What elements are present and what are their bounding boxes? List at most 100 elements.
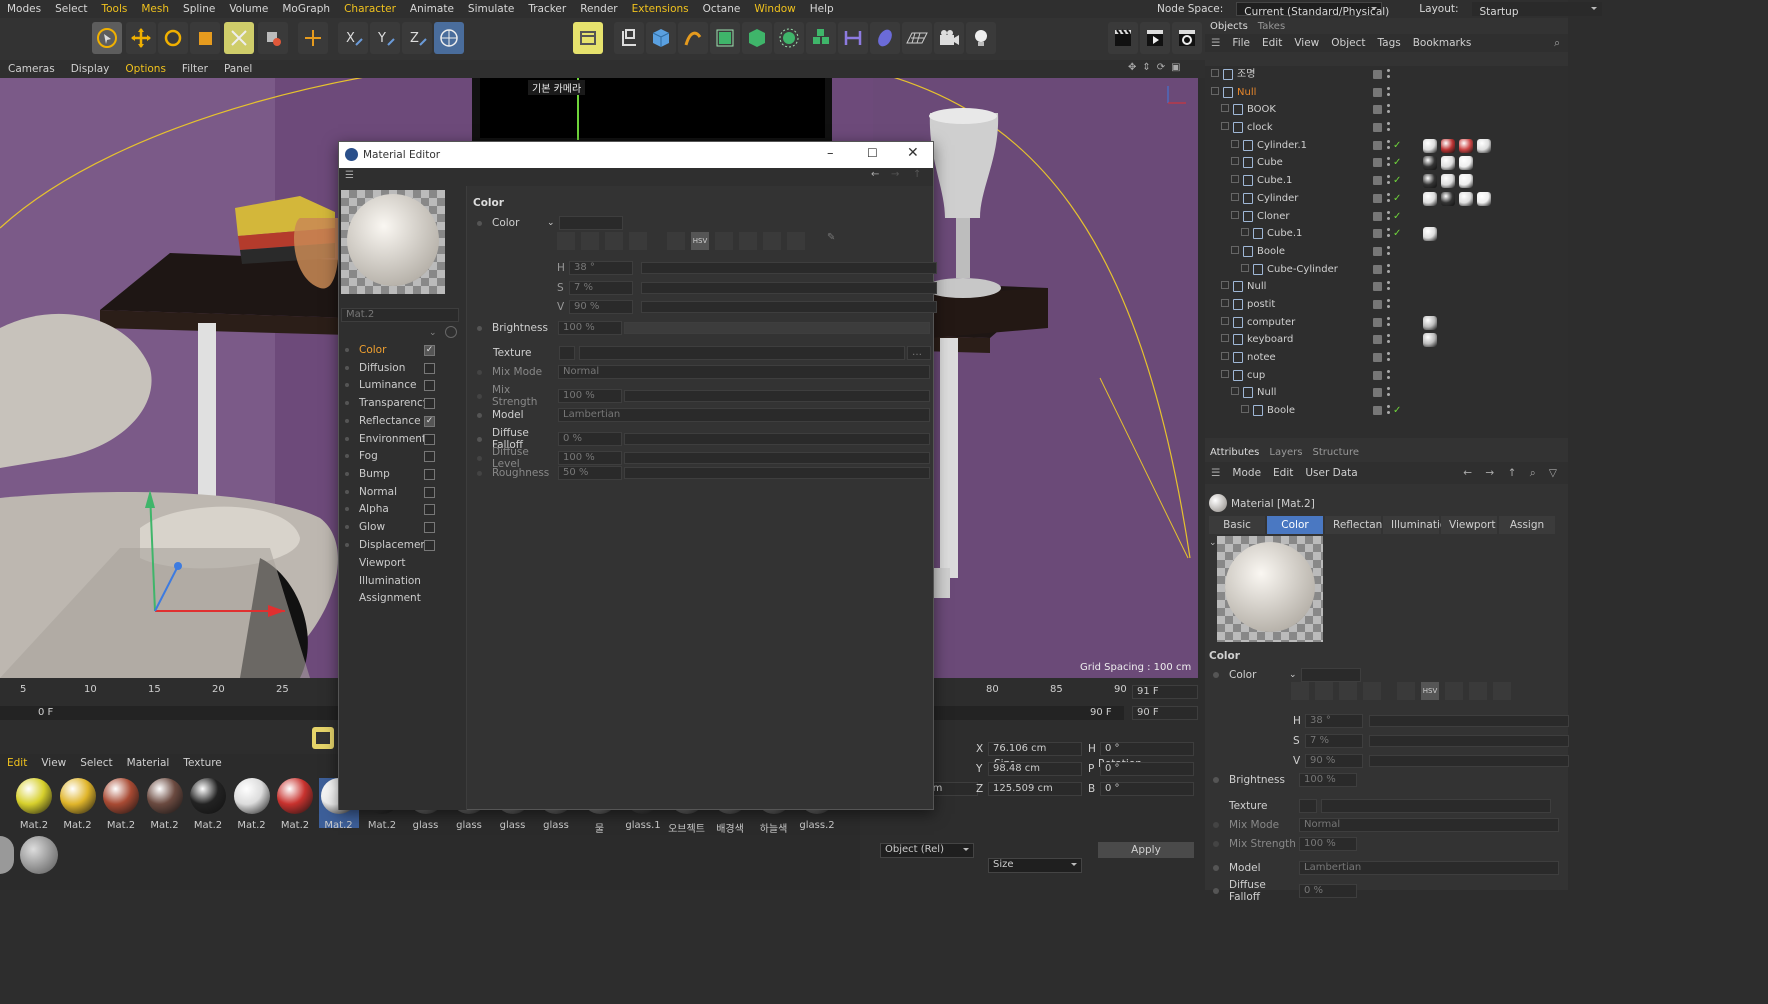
visibility-toggle-icon[interactable] xyxy=(1373,317,1382,327)
scale-tool-icon[interactable] xyxy=(190,22,220,54)
me-h-slider[interactable] xyxy=(641,262,937,274)
channel-luminance[interactable]: Luminance xyxy=(359,379,416,391)
extrude-icon[interactable] xyxy=(742,22,772,54)
end-frame-field[interactable]: 91 F xyxy=(1132,685,1198,699)
x-axis-lock-icon[interactable]: X xyxy=(338,22,368,54)
kelvin-mode-icon[interactable] xyxy=(1445,682,1463,700)
me-mix-mode-dropdown[interactable]: Normal xyxy=(558,365,930,379)
material-thumbnail[interactable]: Mat.2 xyxy=(232,778,272,831)
object-row[interactable]: Cube-Cylinder xyxy=(1205,261,1568,279)
render-region-icon[interactable] xyxy=(1108,22,1138,54)
visibility-toggle-icon[interactable] xyxy=(1373,282,1382,292)
x-size-field[interactable]: 76.106 cm xyxy=(988,742,1082,756)
subdivision-surface-icon[interactable] xyxy=(710,22,740,54)
tree-toggle-icon[interactable] xyxy=(1231,387,1239,396)
visibility-toggle-icon[interactable] xyxy=(1373,193,1382,203)
cloner-icon[interactable] xyxy=(774,22,804,54)
me-palette-icon[interactable] xyxy=(787,232,805,250)
me-diffuse-level-field[interactable]: 100 % xyxy=(558,451,622,465)
subtab-reflectance[interactable]: Reflectance xyxy=(1325,516,1395,534)
attr-texture-slot[interactable] xyxy=(1321,799,1551,813)
objects-hamburger-icon[interactable]: ☰ xyxy=(1205,37,1226,49)
transfer-tool-icon[interactable] xyxy=(224,22,254,54)
visibility-toggle-icon[interactable] xyxy=(1373,158,1382,168)
me-brightness-slider[interactable] xyxy=(624,322,930,334)
material-menu-material[interactable]: Material xyxy=(120,757,177,769)
me-color-expand-icon[interactable]: ⌄ xyxy=(547,218,555,228)
visibility-toggle-icon[interactable] xyxy=(1373,406,1382,416)
hamburger-menu-icon[interactable]: ☰ xyxy=(345,170,354,181)
rotate-view-icon[interactable]: ⟳ xyxy=(1157,62,1165,73)
attr-color-swatch[interactable] xyxy=(1300,668,1361,682)
material-tag-icon[interactable] xyxy=(1441,191,1455,206)
channel-displacement[interactable]: Displacement xyxy=(359,539,431,551)
tree-toggle-icon[interactable] xyxy=(1241,263,1249,272)
color-wheel-icon[interactable] xyxy=(1291,682,1309,700)
object-row[interactable]: 조명 xyxy=(1205,66,1568,84)
enabled-check-icon[interactable]: ✓ xyxy=(1393,208,1401,226)
rotate-tool-icon[interactable] xyxy=(158,22,188,54)
coordinate-system-icon[interactable] xyxy=(298,22,328,54)
objects-menu-view[interactable]: View xyxy=(1288,37,1325,49)
camera-icon[interactable] xyxy=(934,22,964,54)
channel-transparency-checkbox[interactable] xyxy=(424,398,435,410)
material-tag-icon[interactable] xyxy=(1423,315,1437,330)
animate-dot-icon[interactable] xyxy=(477,393,482,399)
animate-dot-icon[interactable] xyxy=(477,436,482,442)
tab-objects[interactable]: Objects xyxy=(1205,21,1253,32)
attributes-menu-mode[interactable]: Mode xyxy=(1226,467,1267,479)
menu-select[interactable]: Select xyxy=(48,0,94,18)
object-name[interactable]: Null xyxy=(1247,278,1266,296)
size-mode-dropdown[interactable]: Size xyxy=(988,858,1082,873)
z-axis-lock-icon[interactable]: Z xyxy=(402,22,432,54)
enabled-check-icon[interactable]: ✓ xyxy=(1393,172,1401,190)
render-dots-icon[interactable] xyxy=(1387,157,1390,161)
floor-icon[interactable] xyxy=(902,22,932,54)
me-s-field[interactable]: 7 % xyxy=(569,281,633,295)
object-name[interactable]: clock xyxy=(1247,119,1273,137)
me-hsv-mode-button[interactable]: HSV xyxy=(691,232,709,250)
record-keyframe-icon[interactable] xyxy=(312,727,334,749)
animate-dot-icon[interactable] xyxy=(1213,822,1219,828)
menu-character[interactable]: Character xyxy=(337,0,403,18)
visibility-toggle-icon[interactable] xyxy=(1373,70,1382,79)
object-row[interactable]: Cylinder.1 ✓ xyxy=(1205,137,1568,155)
zoom-view-icon[interactable]: ⇕ xyxy=(1142,62,1150,73)
attributes-menu-user-data[interactable]: User Data xyxy=(1299,467,1363,479)
object-row[interactable]: Cube.1 ✓ xyxy=(1205,225,1568,243)
render-dots-icon[interactable] xyxy=(1387,316,1390,320)
render-dots-icon[interactable] xyxy=(1387,334,1390,338)
material-editor-titlebar[interactable]: Material Editor – ☐ ✕ xyxy=(339,142,933,168)
me-color-wheel-icon[interactable] xyxy=(557,232,575,250)
me-v-field[interactable]: 90 % xyxy=(569,300,633,314)
object-name[interactable]: keyboard xyxy=(1247,331,1293,349)
z-size-field[interactable]: 125.509 cm xyxy=(988,782,1082,796)
visibility-toggle-icon[interactable] xyxy=(1373,176,1382,186)
y-axis-lock-icon[interactable]: Y xyxy=(370,22,400,54)
material-tag-icon[interactable] xyxy=(1459,191,1473,206)
me-model-dropdown[interactable]: Lambertian xyxy=(558,408,930,422)
render-dots-icon[interactable] xyxy=(1387,175,1390,179)
channel-fog-checkbox[interactable] xyxy=(424,451,435,463)
tree-toggle-icon[interactable] xyxy=(1221,281,1229,290)
animate-dot-icon[interactable] xyxy=(477,325,482,331)
me-v-slider[interactable] xyxy=(641,301,937,313)
close-icon[interactable]: ✕ xyxy=(907,145,919,161)
visibility-toggle-icon[interactable] xyxy=(1373,246,1382,256)
viewport-menu-display[interactable]: Display xyxy=(63,63,118,75)
me-h-field[interactable]: 38 ° xyxy=(569,261,633,275)
material-tag-icon[interactable] xyxy=(1423,138,1437,153)
render-dots-icon[interactable] xyxy=(1387,69,1390,72)
channel-bump-checkbox[interactable] xyxy=(424,468,435,480)
render-dots-icon[interactable] xyxy=(1387,352,1390,355)
visibility-toggle-icon[interactable] xyxy=(1373,229,1382,239)
material-thumbnail[interactable]: Mat.2 xyxy=(14,778,54,831)
material-thumbnail[interactable]: Mat.2 xyxy=(188,778,228,831)
me-roughness-field[interactable]: 50 % xyxy=(558,466,622,480)
back-arrow-icon[interactable]: ← xyxy=(871,169,879,180)
b-rotation-field[interactable]: 0 ° xyxy=(1100,782,1194,796)
menu-render[interactable]: Render xyxy=(573,0,624,18)
visibility-toggle-icon[interactable] xyxy=(1373,370,1382,380)
channel-fog[interactable]: Fog xyxy=(359,450,378,462)
menu-octane[interactable]: Octane xyxy=(696,0,748,18)
